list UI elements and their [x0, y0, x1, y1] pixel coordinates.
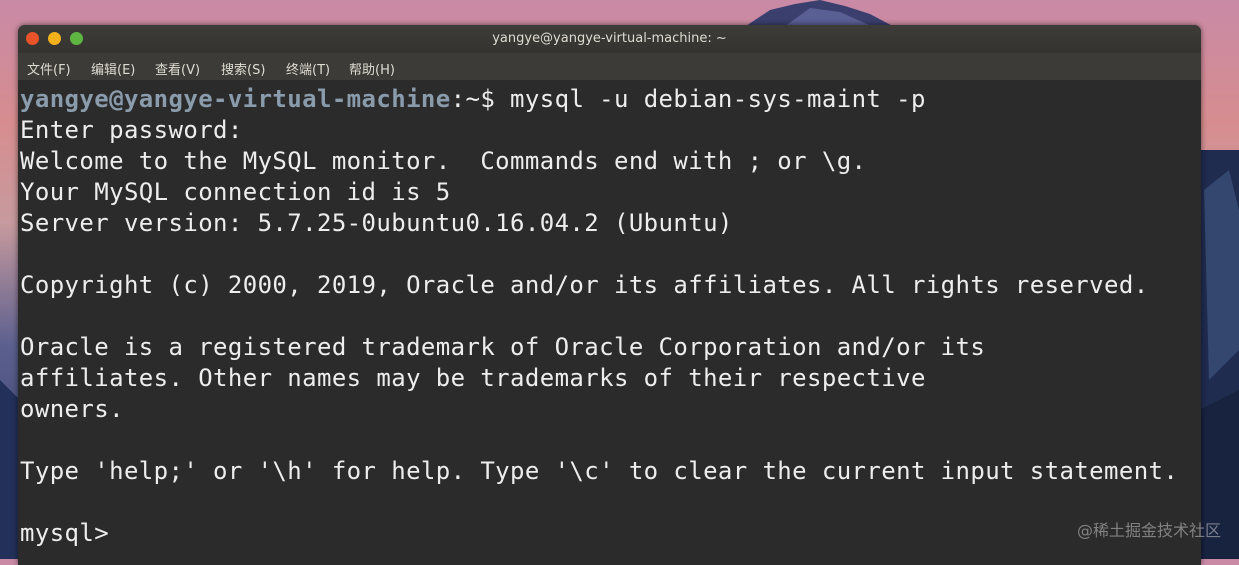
terminal-window: yangye@yangye-virtual-machine: ~ 文件(F) 编… — [18, 25, 1201, 565]
output-line: owners. — [20, 395, 124, 423]
watermark: @稀土掘金技术社区 — [1076, 521, 1221, 540]
window-title: yangye@yangye-virtual-machine: ~ — [492, 31, 727, 46]
terminal-output[interactable]: yangye@yangye-virtual-machine:~$ mysql -… — [18, 81, 1201, 565]
output-line: Oracle is a registered trademark of Orac… — [20, 333, 986, 361]
menu-bar: 文件(F) 编辑(E) 查看(V) 搜索(S) 终端(T) 帮助(H) — [18, 53, 1201, 81]
prompt-user: yangye@yangye-virtual-machine — [20, 85, 451, 113]
output-line: Enter password: — [20, 116, 243, 144]
output-line: Server version: 5.7.25-0ubuntu0.16.04.2 … — [20, 209, 733, 237]
menu-help[interactable]: 帮助(H) — [349, 59, 395, 78]
command-line: yangye@yangye-virtual-machine:~$ mysql -… — [20, 84, 926, 115]
output-line: Type 'help;' or '\h' for help. Type '\c'… — [20, 457, 1179, 485]
menu-view[interactable]: 查看(V) — [155, 59, 200, 78]
menu-search[interactable]: 搜索(S) — [221, 59, 265, 78]
prompt-path: :~$ — [450, 85, 511, 113]
wallpaper-rock — [0, 380, 20, 559]
menu-terminal[interactable]: 终端(T) — [286, 59, 330, 78]
menu-file[interactable]: 文件(F) — [27, 59, 71, 78]
output-line: Your MySQL connection id is 5 — [20, 178, 451, 206]
output-line: Welcome to the MySQL monitor. Commands e… — [20, 147, 867, 175]
wallpaper-trees — [1199, 150, 1239, 559]
title-bar[interactable]: yangye@yangye-virtual-machine: ~ — [18, 25, 1201, 53]
output-line: Copyright (c) 2000, 2019, Oracle and/or … — [20, 271, 1149, 299]
command-text: mysql -u debian-sys-maint -p — [510, 85, 926, 113]
output-line: affiliates. Other names may be trademark… — [20, 364, 926, 392]
menu-edit[interactable]: 编辑(E) — [91, 59, 135, 78]
mysql-prompt[interactable]: mysql> — [20, 518, 109, 549]
